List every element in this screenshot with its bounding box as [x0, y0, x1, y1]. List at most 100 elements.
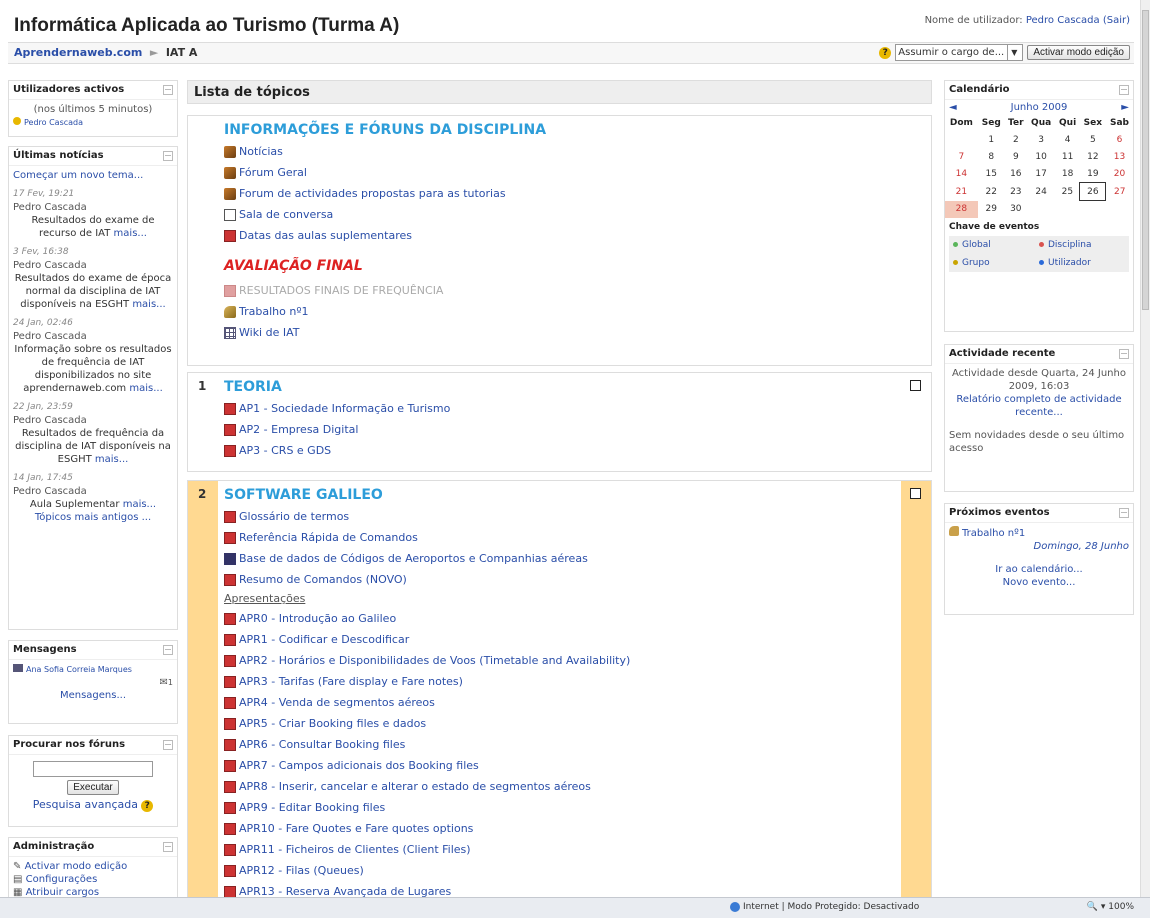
news-more-link[interactable]: mais...	[123, 499, 156, 510]
resource-link[interactable]: APR6 - Consultar Booking files	[224, 734, 895, 755]
resource-link[interactable]: Fórum Geral	[224, 162, 895, 183]
resource-link[interactable]: Datas das aulas suplementares	[224, 225, 895, 246]
calendar-day[interactable]: 27	[1106, 183, 1133, 201]
resource-link[interactable]: APR7 - Campos adicionais dos Booking fil…	[224, 755, 895, 776]
resource-link[interactable]: Forum de actividades propostas para as t…	[224, 183, 895, 204]
breadcrumb-home-link[interactable]: Aprendernaweb.com	[14, 46, 142, 59]
news-more-link[interactable]: mais...	[132, 299, 165, 310]
prev-month-icon[interactable]: ◄	[949, 102, 957, 113]
resource-label[interactable]: Notícias	[239, 141, 283, 162]
calendar-day[interactable]: 1	[978, 131, 1005, 148]
collapse-icon[interactable]	[163, 645, 173, 655]
calendar-day[interactable]: 21	[945, 183, 978, 201]
resource-label[interactable]: APR2 - Horários e Disponibilidades de Vo…	[239, 650, 630, 671]
calendar-day[interactable]: 22	[978, 183, 1005, 201]
calendar-day[interactable]: 6	[1106, 131, 1133, 148]
active-user-link[interactable]: Pedro Cascada	[24, 118, 83, 127]
message-sender-link[interactable]: Ana Sofia Correia Marques	[26, 665, 132, 674]
resource-link[interactable]: APR0 - Introdução ao Galileo	[224, 608, 895, 629]
calendar-day[interactable]: 17	[1027, 165, 1056, 183]
admin-item-settings[interactable]: Configurações	[26, 874, 98, 885]
calendar-day[interactable]: 11	[1055, 148, 1079, 165]
resource-label[interactable]: Trabalho nº1	[239, 301, 309, 322]
resource-link[interactable]: AP3 - CRS e GDS	[224, 440, 895, 461]
calendar-day[interactable]: 29	[978, 201, 1005, 219]
resource-label[interactable]: APR11 - Ficheiros de Clientes (Client Fi…	[239, 839, 471, 860]
news-more-link[interactable]: mais...	[129, 383, 162, 394]
resource-link[interactable]: RESULTADOS FINAIS DE FREQUÊNCIA	[224, 280, 895, 301]
resource-label[interactable]: APR5 - Criar Booking files e dados	[239, 713, 426, 734]
resource-link[interactable]: APR12 - Filas (Queues)	[224, 860, 895, 881]
resource-label[interactable]: APR4 - Venda de segmentos aéreos	[239, 692, 435, 713]
event-key-label[interactable]: Utilizador	[1048, 258, 1091, 268]
scrollbar-thumb[interactable]	[1142, 10, 1149, 310]
resource-label[interactable]: Glossário de termos	[239, 506, 349, 527]
calendar-day[interactable]: 30	[1005, 201, 1027, 219]
event-key-item[interactable]: Disciplina	[1039, 240, 1125, 250]
resource-link[interactable]: APR9 - Editar Booking files	[224, 797, 895, 818]
older-topics-link[interactable]: Tópicos mais antigos ...	[13, 511, 173, 524]
resource-link[interactable]: Trabalho nº1	[224, 301, 895, 322]
calendar-day[interactable]: 18	[1055, 165, 1079, 183]
calendar-day[interactable]: 26	[1079, 182, 1107, 201]
calendar-day[interactable]: 15	[978, 165, 1005, 183]
messages-link[interactable]: Mensagens...	[13, 689, 173, 702]
resource-label[interactable]: APR3 - Tarifas (Fare display e Fare note…	[239, 671, 463, 692]
event-key-label[interactable]: Global	[962, 240, 991, 250]
collapse-icon[interactable]	[163, 842, 173, 852]
advanced-search-link[interactable]: Pesquisa avançada	[33, 798, 138, 811]
goto-calendar-link[interactable]: Ir ao calendário...	[949, 563, 1129, 576]
resource-label[interactable]: Datas das aulas suplementares	[239, 225, 412, 246]
resource-link[interactable]: APR5 - Criar Booking files e dados	[224, 713, 895, 734]
resource-link[interactable]: APR8 - Inserir, cancelar e alterar o est…	[224, 776, 895, 797]
calendar-month[interactable]: Junho 2009	[1011, 102, 1068, 113]
event-key-item[interactable]: Global	[953, 240, 1039, 250]
new-event-link[interactable]: Novo evento...	[949, 576, 1129, 589]
calendar-day[interactable]: 19	[1080, 165, 1106, 183]
resource-label[interactable]: AP3 - CRS e GDS	[239, 440, 331, 461]
resource-label[interactable]: Referência Rápida de Comandos	[239, 527, 418, 548]
next-month-icon[interactable]: ►	[1121, 102, 1129, 113]
event-key-label[interactable]: Grupo	[962, 258, 990, 268]
search-submit-button[interactable]: Executar	[67, 780, 119, 795]
resource-label[interactable]: APR12 - Filas (Queues)	[239, 860, 364, 881]
resource-label[interactable]: Resumo de Comandos (NOVO)	[239, 569, 407, 590]
section-checkbox[interactable]	[910, 488, 921, 499]
calendar-day[interactable]: 25	[1055, 183, 1079, 201]
collapse-icon[interactable]	[1119, 508, 1129, 518]
resource-label[interactable]: APR0 - Introdução ao Galileo	[239, 608, 396, 629]
resource-link[interactable]: Resumo de Comandos (NOVO)	[224, 569, 895, 590]
chevron-down-icon[interactable]: ▼	[1007, 45, 1020, 60]
edit-mode-button[interactable]: Activar modo edição	[1027, 45, 1130, 60]
event-key-label[interactable]: Disciplina	[1048, 240, 1092, 250]
collapse-icon[interactable]	[1119, 349, 1129, 359]
full-report-link[interactable]: Relatório completo de actividade recente…	[949, 393, 1129, 419]
event-link[interactable]: Trabalho nº1	[962, 528, 1025, 539]
resource-label[interactable]: Base de dados de Códigos de Aeroportos e…	[239, 548, 588, 569]
resource-label[interactable]: APR1 - Codificar e Descodificar	[239, 629, 409, 650]
event-key-item[interactable]: Grupo	[953, 258, 1039, 268]
resource-label[interactable]: Fórum Geral	[239, 162, 307, 183]
resource-label[interactable]: RESULTADOS FINAIS DE FREQUÊNCIA	[239, 280, 443, 301]
calendar-day[interactable]: 23	[1005, 183, 1027, 201]
resource-link[interactable]: Referência Rápida de Comandos	[224, 527, 895, 548]
resource-label[interactable]: APR7 - Campos adicionais dos Booking fil…	[239, 755, 479, 776]
collapse-icon[interactable]	[163, 151, 173, 161]
calendar-day[interactable]: 8	[978, 148, 1005, 165]
calendar-day[interactable]: 10	[1027, 148, 1056, 165]
resource-link[interactable]: AP2 - Empresa Digital	[224, 419, 895, 440]
calendar-day[interactable]: 20	[1106, 165, 1133, 183]
resource-label[interactable]: APR8 - Inserir, cancelar e alterar o est…	[239, 776, 591, 797]
calendar-day[interactable]: 3	[1027, 131, 1056, 148]
calendar-day[interactable]: 28	[945, 200, 978, 218]
help-icon[interactable]: ?	[879, 46, 892, 59]
resource-label[interactable]: Forum de actividades propostas para as t…	[239, 183, 506, 204]
help-icon[interactable]: ?	[141, 800, 154, 812]
section-checkbox[interactable]	[910, 380, 921, 391]
user-link[interactable]: Pedro Cascada	[1026, 15, 1100, 26]
resource-label[interactable]: Sala de conversa	[239, 204, 333, 225]
admin-item-assign-roles[interactable]: Atribuir cargos	[26, 887, 99, 897]
envelope-icon[interactable]: ✉	[160, 677, 168, 688]
news-more-link[interactable]: mais...	[114, 228, 147, 239]
calendar-day[interactable]: 4	[1055, 131, 1079, 148]
